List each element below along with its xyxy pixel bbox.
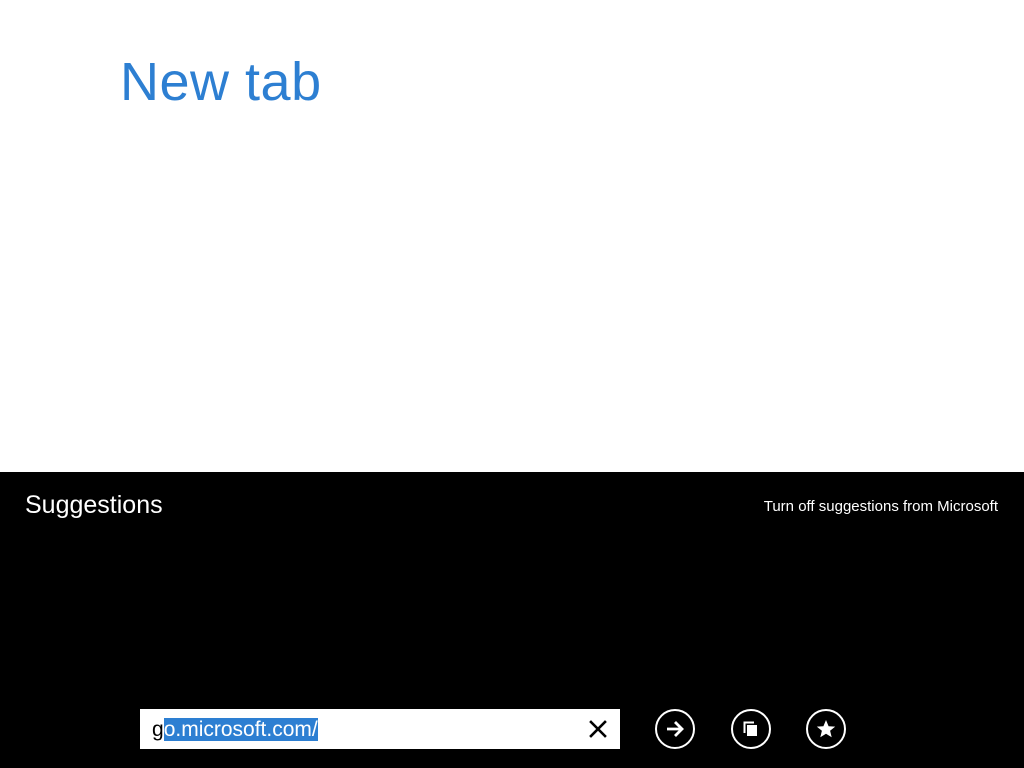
arrow-right-icon (667, 721, 684, 737)
favorites-button[interactable] (806, 709, 846, 749)
tabs-button[interactable] (731, 709, 771, 749)
tabs-icon (743, 721, 757, 736)
page-content: New tab (0, 0, 1024, 472)
go-button[interactable] (655, 709, 695, 749)
turn-off-suggestions-link[interactable]: Turn off suggestions from Microsoft (764, 497, 998, 517)
clear-address-button[interactable] (584, 715, 612, 743)
page-title: New tab (120, 52, 322, 112)
address-input-selection: o.microsoft.com/ (163, 718, 318, 741)
close-icon (589, 720, 607, 738)
suggestions-panel: Suggestions Turn off suggestions from Mi… (0, 472, 1024, 768)
browser-window: New tab Suggestions Turn off suggestions… (0, 0, 1024, 768)
address-bar[interactable]: go.microsoft.com/ (140, 709, 620, 749)
star-icon (816, 720, 836, 738)
suggestions-heading: Suggestions (25, 491, 163, 519)
address-input-prefix: g (152, 718, 164, 741)
address-input[interactable]: go.microsoft.com/ (152, 717, 318, 743)
